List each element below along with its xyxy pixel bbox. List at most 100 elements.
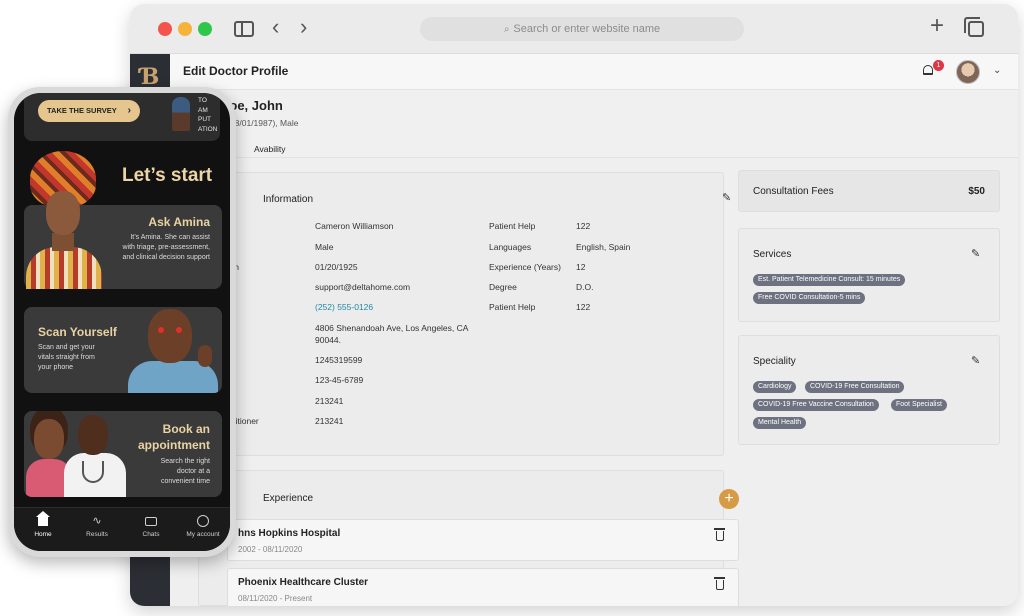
speciality-chip: COVID-19 Free Consultation (805, 381, 905, 393)
info-label: Languages (489, 242, 532, 252)
page-title: Edit Doctor Profile (183, 64, 289, 78)
speciality-chip: Cardiology (753, 381, 797, 393)
information-title: Information (263, 194, 314, 205)
phone-mockup: TAKE THE SURVEY › TO AM PUT ATION Ask Am… (8, 87, 236, 557)
back-arrow-icon[interactable]: ‹ (272, 16, 279, 38)
take-survey-label: TAKE THE SURVEY (47, 106, 117, 115)
sidebar-toggle-icon[interactable] (234, 21, 254, 37)
info-value: Cameron Williamson (315, 221, 394, 231)
phone-link[interactable]: (252) 555-0126 (315, 302, 373, 312)
scan-yourself-title: Scan Yourself (38, 325, 117, 339)
survey-text: TO AM PUT ATION (198, 96, 217, 134)
info-value: 122 (576, 302, 591, 312)
info-value: 90044. (315, 335, 341, 345)
scan-face (148, 309, 192, 363)
amina-dress (26, 247, 102, 289)
title-line: appointment (138, 438, 210, 452)
tab-chats[interactable]: Chats (126, 514, 176, 538)
browser-window: ‹ › ⌕ Search or enter website name + Ɓ Ed… (130, 4, 1018, 606)
scan-hand (198, 345, 212, 367)
book-appointment-desc: Search the right doctor at a convenient … (161, 457, 210, 487)
info-value: support@deltahome.com (315, 282, 411, 292)
service-chip: Free COVID Consultation-5 mins (753, 292, 866, 304)
scan-eye (176, 327, 182, 333)
trash-icon[interactable] (714, 528, 725, 541)
close-window-button[interactable] (158, 22, 172, 36)
service-chip: Est. Patient Telemedicine Consult: 15 mi… (753, 274, 906, 286)
speciality-title: Speciality (753, 356, 796, 367)
tab-availability[interactable]: Avability (254, 144, 286, 154)
experience-name: hns Hopkins Hospital (238, 528, 341, 539)
pencil-icon[interactable]: ✎ (971, 247, 980, 260)
experience-dates: 2002 - 08/11/2020 (238, 545, 303, 554)
info-label: Experience (Years) (489, 262, 561, 272)
title-line: Book an (162, 422, 210, 436)
pencil-icon[interactable]: ✎ (971, 354, 980, 367)
new-tab-plus-icon[interactable]: + (930, 14, 944, 38)
forward-arrow-icon[interactable]: › (300, 16, 307, 38)
amina-neck (52, 233, 74, 251)
survey-banner: TAKE THE SURVEY › TO AM PUT ATION (24, 93, 220, 141)
maximize-window-button[interactable] (198, 22, 212, 36)
info-value: Male (315, 242, 334, 252)
tab-my-account[interactable]: My account (178, 514, 228, 538)
survey-text-line: AM (198, 106, 208, 114)
info-value: 12 (576, 262, 586, 272)
tab-my-account-label: My account (186, 531, 220, 538)
ask-amina-desc: It’s Amina. She can assist with triage, … (122, 233, 210, 263)
tab-results[interactable]: ∿ Results (72, 514, 122, 538)
scan-yourself-desc: Scan and get your vitals straight from y… (38, 343, 95, 373)
info-value: 123-45-6789 (315, 375, 364, 385)
app-area: Ɓ Edit Doctor Profile 1 ⌄ Doe, John o.(0… (130, 54, 1018, 606)
info-label: Patient Help (489, 221, 536, 231)
scan-eye (158, 327, 164, 333)
pencil-icon[interactable]: ✎ (722, 191, 731, 204)
app-header: Edit Doctor Profile 1 ⌄ (170, 54, 1018, 90)
survey-illustration (172, 97, 190, 131)
ask-amina-title: Ask Amina (148, 215, 210, 229)
amina-illustration (22, 151, 106, 289)
chevron-down-icon[interactable]: ⌄ (993, 65, 1001, 76)
info-value: 01/20/1925 (315, 262, 358, 272)
stage: ‹ › ⌕ Search or enter website name + Ɓ Ed… (0, 0, 1024, 616)
tab-overview-icon[interactable] (964, 17, 984, 37)
browser-toolbar: ‹ › ⌕ Search or enter website name + (130, 4, 1018, 54)
experience-dates: 08/11/2020 - Present (238, 594, 313, 603)
experience-item[interactable]: hns Hopkins Hospital 2002 - 08/11/2020 (227, 519, 739, 561)
pulse-icon: ∿ (92, 515, 102, 527)
desc-line: convenient time (160, 478, 210, 485)
services-title: Services (753, 249, 792, 260)
info-value: 213241 (315, 416, 344, 426)
services-card: Services ✎ Est. Patient Telemedicine Con… (738, 228, 1000, 322)
avatar[interactable] (956, 60, 980, 84)
consultation-fees-card: Consultation Fees $50 (738, 170, 1000, 212)
address-bar[interactable]: ⌕ Search or enter website name (420, 17, 744, 41)
scan-yourself-card[interactable]: Scan Yourself Scan and get your vitals s… (24, 307, 222, 393)
tab-home[interactable]: Home (18, 511, 68, 538)
information-card: Information ✎ rth ctitioner Cameron Will… (198, 172, 731, 456)
account-icon (178, 514, 228, 528)
speciality-chip: Mental Health (753, 417, 807, 429)
tab-home-label: Home (34, 531, 52, 538)
info-label: Patient Help (489, 302, 536, 312)
speciality-card: Speciality ✎ Cardiology COVID-19 Free Co… (738, 335, 1000, 445)
book-appointment-card[interactable]: Book an appointment Search the right doc… (24, 411, 222, 497)
main-content: Information ✎ rth ctitioner Cameron Will… (170, 158, 1018, 606)
experience-card: Experience + hns Hopkins Hospital 2002 -… (198, 470, 739, 606)
chevron-right-icon: › (127, 105, 131, 116)
info-value: D.O. (576, 282, 594, 292)
experience-item[interactable]: Phoenix Healthcare Cluster 08/11/2020 - … (227, 568, 739, 606)
minimize-window-button[interactable] (178, 22, 192, 36)
fees-label: Consultation Fees (753, 186, 834, 197)
phone-screen: TAKE THE SURVEY › TO AM PUT ATION Ask Am… (14, 93, 230, 551)
add-experience-button[interactable]: + (719, 489, 739, 509)
desc-line: Search the right (160, 458, 210, 465)
take-survey-button[interactable]: TAKE THE SURVEY › (38, 100, 140, 122)
info-label: Degree (489, 282, 517, 292)
trash-icon[interactable] (714, 577, 725, 590)
book-illustration (24, 411, 134, 497)
survey-text-line: TO (198, 97, 207, 104)
doctor-face (78, 415, 108, 455)
book-appointment-title: Book an appointment (138, 421, 210, 453)
desc-line: your phone (38, 364, 74, 371)
